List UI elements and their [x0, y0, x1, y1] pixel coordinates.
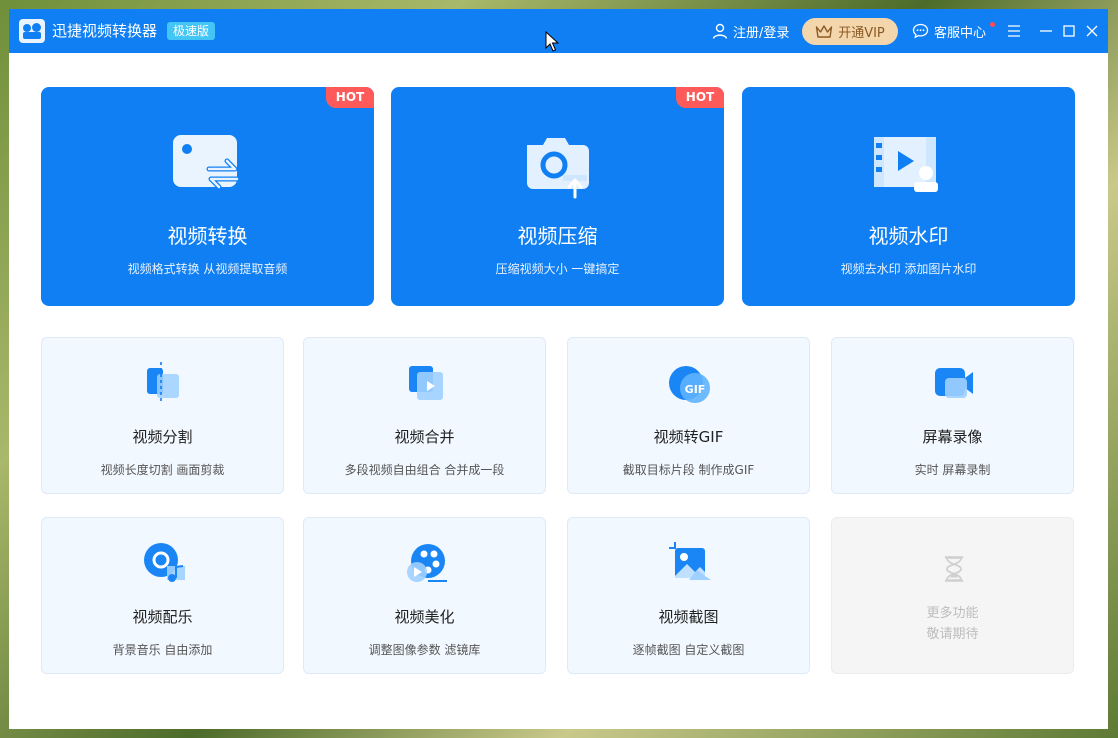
hot-badge: HOT [676, 87, 724, 108]
gif-icon: GIF [669, 366, 710, 403]
video-compress-icon [527, 138, 589, 199]
card-desc: 背景音乐 自由添加 [112, 643, 213, 657]
chat-icon [912, 23, 929, 39]
video-merge-card[interactable]: 视频合并 多段视频自由组合 合并成一段 [303, 337, 546, 494]
card-desc: 多段视频自由组合 合并成一段 [344, 463, 505, 477]
card-title: 视频截图 [658, 608, 719, 626]
card-title: 更多功能 [926, 606, 979, 621]
maximize-icon[interactable] [1059, 21, 1079, 41]
card-desc: 实时 屏幕录制 [914, 463, 991, 477]
card-title: 视频转GIF [653, 428, 724, 446]
video-split-icon [147, 362, 179, 404]
notification-dot [990, 22, 995, 27]
video-convert-card[interactable]: HOT 视频转换 视频格式转换 从视频提取音频 [41, 87, 374, 306]
video-split-card[interactable]: 视频分割 视频长度切割 画面剪裁 [41, 337, 284, 494]
card-title: 屏幕录像 [922, 428, 983, 446]
card-title: 视频分割 [132, 428, 193, 446]
card-desc: 敬请期待 [926, 627, 979, 642]
app-logo-icon [19, 19, 45, 43]
card-title: 视频压缩 [517, 224, 598, 248]
card-desc: 视频格式转换 从视频提取音频 [127, 262, 288, 276]
card-desc: 截取目标片段 制作成GIF [622, 463, 755, 477]
video-beautify-icon [407, 544, 447, 582]
more-features-card: 更多功能 敬请期待 [831, 517, 1074, 674]
card-desc: 压缩视频大小 一键搞定 [495, 262, 620, 276]
card-desc: 视频长度切割 画面剪裁 [100, 463, 225, 477]
crown-icon [816, 25, 833, 38]
video-to-gif-card[interactable]: GIF 视频转GIF 截取目标片段 制作成GIF [567, 337, 810, 494]
video-compress-card[interactable]: HOT 视频压缩 压缩视频大小 一键搞定 [391, 87, 724, 306]
card-title: 视频合并 [394, 428, 455, 446]
screen-record-icon [935, 368, 973, 398]
close-icon[interactable] [1082, 21, 1102, 41]
video-watermark-icon [874, 137, 938, 192]
vip-button[interactable]: 开通VIP [802, 18, 898, 45]
video-watermark-card[interactable]: 视频水印 视频去水印 添加图片水印 [742, 87, 1075, 306]
card-title: 视频水印 [868, 224, 949, 248]
card-title: 视频配乐 [132, 608, 193, 626]
video-screenshot-card[interactable]: 视频截图 逐帧截图 自定义截图 [567, 517, 810, 674]
app-window: 迅捷视频转换器 极速版 注册/登录 开通VIP 客服中心 HOT 视频转换 视频… [9, 9, 1108, 729]
mouse-cursor-icon [545, 31, 559, 52]
svg-text:GIF: GIF [685, 383, 706, 396]
app-title: 迅捷视频转换器 [52, 22, 158, 40]
login-button[interactable]: 注册/登录 [711, 9, 789, 53]
hourglass-icon [944, 556, 964, 582]
menu-icon[interactable] [1004, 21, 1024, 41]
screen-record-card[interactable]: 屏幕录像 实时 屏幕录制 [831, 337, 1074, 494]
video-music-card[interactable]: 视频配乐 背景音乐 自由添加 [41, 517, 284, 674]
card-desc: 调整图像参数 滤镜库 [368, 643, 481, 657]
card-desc: 视频去水印 添加图片水印 [840, 262, 977, 276]
card-title: 视频转换 [167, 224, 248, 248]
video-screenshot-icon [669, 542, 711, 580]
card-title: 视频美化 [394, 608, 455, 626]
login-label: 注册/登录 [733, 25, 790, 41]
video-beautify-card[interactable]: 视频美化 调整图像参数 滤镜库 [303, 517, 546, 674]
edition-badge: 极速版 [167, 22, 216, 40]
minimize-icon[interactable] [1036, 21, 1056, 41]
hot-badge: HOT [326, 87, 374, 108]
customer-service-button[interactable]: 客服中心 [912, 9, 986, 53]
user-icon [712, 23, 728, 39]
service-label: 客服中心 [934, 25, 987, 41]
video-music-icon [144, 543, 185, 582]
card-desc: 逐帧截图 自定义截图 [632, 643, 745, 657]
video-merge-icon [409, 366, 443, 400]
vip-label: 开通VIP [838, 26, 885, 41]
video-convert-icon [173, 135, 240, 190]
